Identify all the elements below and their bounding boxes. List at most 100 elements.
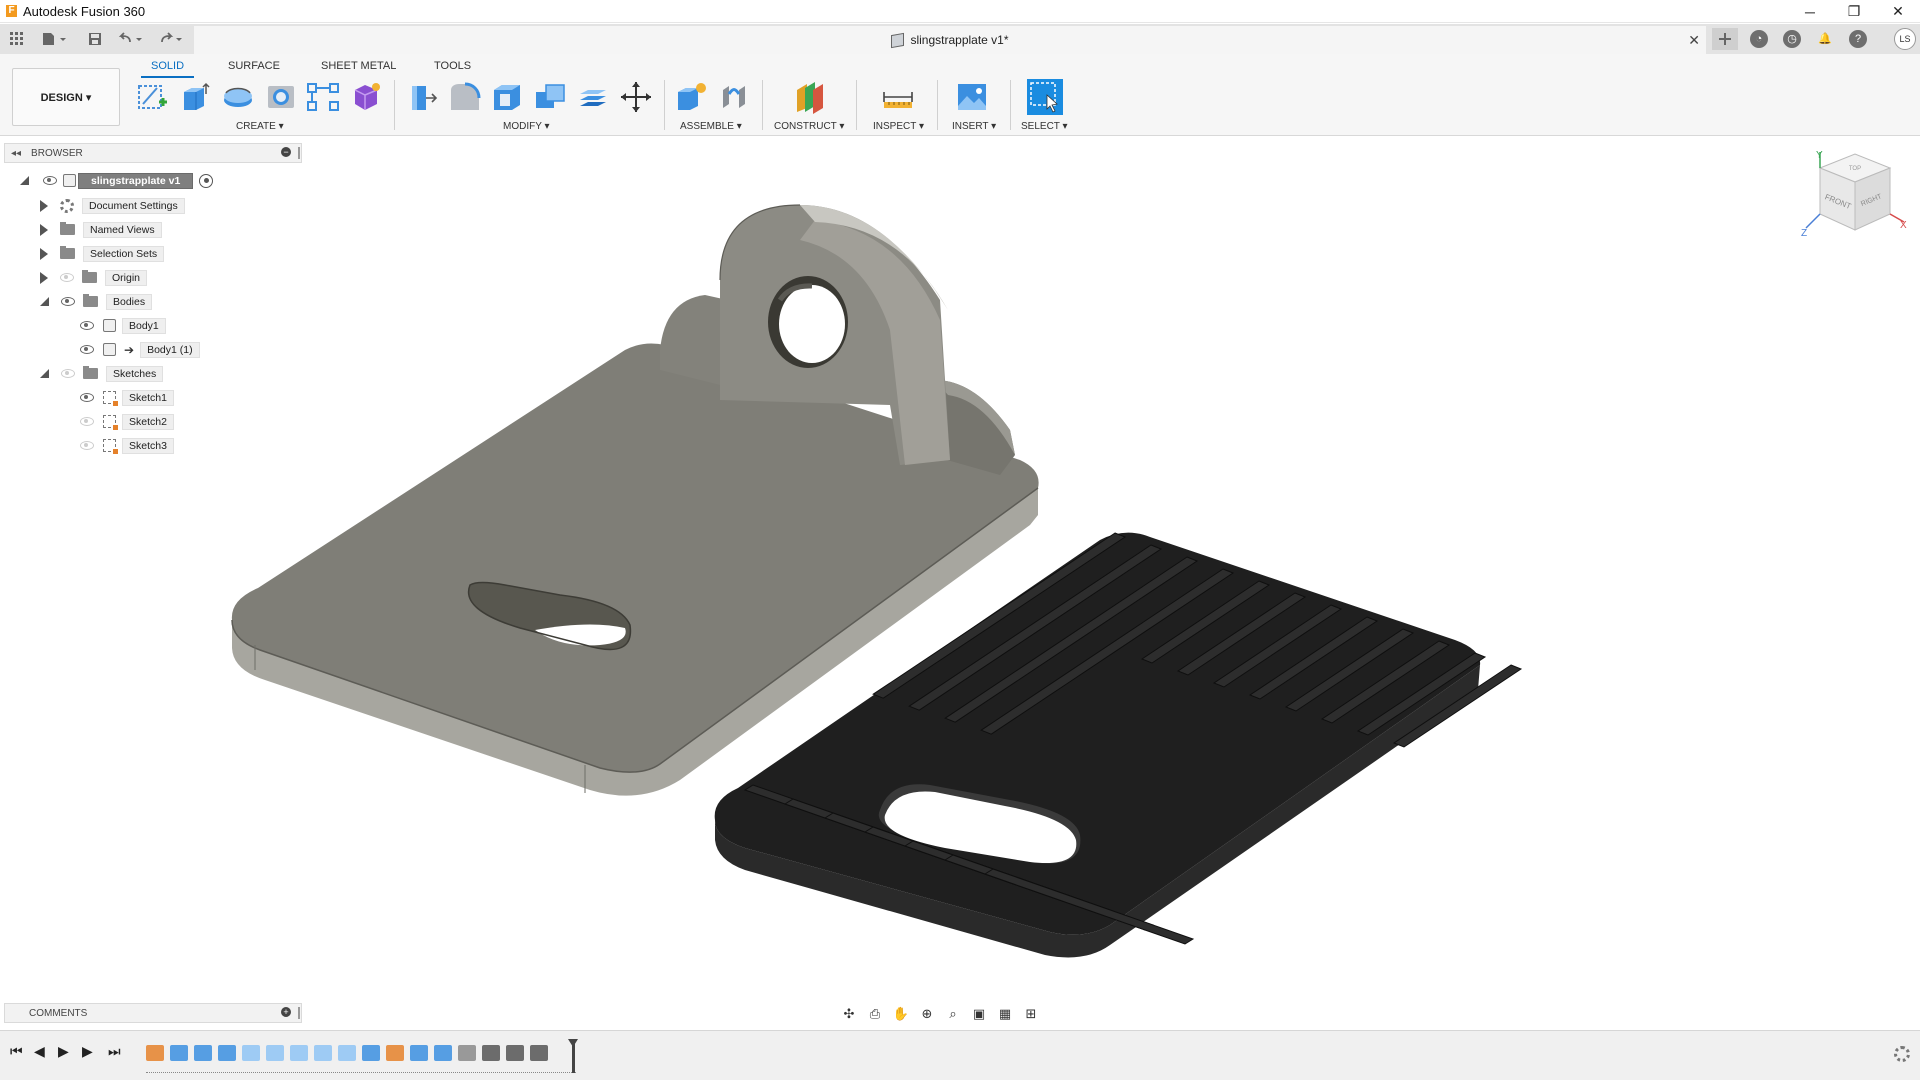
display-settings-icon[interactable]: ▣ (968, 1005, 990, 1023)
tab-tools[interactable]: TOOLS (434, 58, 471, 74)
timeline-feature-icon[interactable] (434, 1045, 452, 1061)
timeline-feature-icon[interactable] (218, 1045, 236, 1061)
extensions-icon[interactable]: ◔ (1750, 30, 1768, 48)
redo-button[interactable] (156, 28, 188, 50)
timeline-settings-gear-icon[interactable] (1894, 1046, 1910, 1062)
timeline-feature-icon[interactable] (530, 1045, 548, 1061)
timeline-play-icon[interactable]: ▶ (58, 1043, 69, 1060)
save-button[interactable] (84, 28, 106, 50)
timeline-track[interactable] (146, 1067, 576, 1073)
orbit-icon[interactable]: ✣ (838, 1005, 860, 1023)
timeline-feature-icon[interactable] (458, 1045, 476, 1061)
timeline-feature-icon[interactable] (194, 1045, 212, 1061)
app-title: Autodesk Fusion 360 (23, 3, 146, 19)
offset-plane-icon[interactable] (793, 80, 827, 114)
document-tab[interactable]: slingstrapplate v1* ✕ (194, 26, 1706, 54)
workspace-switcher-button[interactable]: DESIGN ▾ (12, 68, 120, 126)
toolbar-separator (1010, 80, 1011, 130)
timeline-feature-icon[interactable] (506, 1045, 524, 1061)
viewcube-top-label[interactable]: TOP (1849, 166, 1861, 172)
data-panel-button[interactable] (6, 28, 28, 50)
axis-y-label: Y (1816, 150, 1823, 161)
extrude-icon[interactable] (178, 80, 212, 114)
fit-zoom-icon[interactable]: ⌕ (942, 1005, 964, 1023)
look-at-icon[interactable]: ⎙ (864, 1005, 886, 1023)
timeline-feature-icon[interactable] (362, 1045, 380, 1061)
insert-image-icon[interactable] (955, 80, 989, 114)
timeline-feature-icon[interactable] (290, 1045, 308, 1061)
timeline-last-icon[interactable]: ⏭ (108, 1043, 121, 1060)
offset-face-icon[interactable] (576, 80, 610, 114)
close-window-button[interactable]: ✕ (1876, 0, 1920, 23)
tab-solid[interactable]: SOLID (140, 58, 195, 78)
new-component-icon[interactable] (674, 80, 708, 114)
move-copy-icon[interactable] (619, 80, 653, 114)
fillet-icon[interactable] (447, 80, 481, 114)
undo-icon (118, 32, 142, 43)
select-icon[interactable] (1027, 79, 1063, 115)
tab-surface[interactable]: SURFACE (228, 58, 280, 74)
create-menu[interactable]: CREATE ▾ (236, 121, 284, 132)
timeline-previous-icon[interactable]: ◀ (34, 1043, 45, 1060)
ribbon-toolbar: SOLID SURFACE SHEET METAL TOOLS DESIGN ▾… (0, 54, 1920, 136)
timeline-feature-icon[interactable] (386, 1045, 404, 1061)
pan-hand-icon[interactable]: ✋ (890, 1005, 912, 1023)
timeline-marker[interactable] (568, 1039, 578, 1073)
create-sketch-icon[interactable] (135, 80, 169, 114)
press-pull-icon[interactable] (404, 80, 438, 114)
modify-menu[interactable]: MODIFY ▾ (503, 121, 550, 132)
shell-icon[interactable] (490, 80, 524, 114)
inspect-menu[interactable]: INSPECT ▾ (873, 121, 924, 132)
timeline-feature-icon[interactable] (410, 1045, 428, 1061)
notifications-icon[interactable]: 🔔 (1816, 30, 1834, 48)
grid-settings-icon[interactable]: ▦ (994, 1005, 1016, 1023)
undo-button[interactable] (116, 28, 148, 50)
timeline-feature-icon[interactable] (266, 1045, 284, 1061)
timeline-feature-icon[interactable] (146, 1045, 164, 1061)
new-tab-button[interactable] (1712, 28, 1738, 50)
viewports-icon[interactable]: ⊞ (1020, 1005, 1042, 1023)
select-menu[interactable]: SELECT ▾ (1021, 121, 1068, 132)
measure-icon[interactable] (881, 80, 915, 114)
insert-menu[interactable]: INSERT ▾ (952, 121, 996, 132)
timeline-feature-icon[interactable] (170, 1045, 188, 1061)
joint-icon[interactable] (717, 80, 751, 114)
tab-sheet-metal[interactable]: SHEET METAL (321, 58, 396, 74)
timeline-feature-icon[interactable] (482, 1045, 500, 1061)
axis-z-label: Z (1801, 228, 1807, 239)
pattern-icon[interactable] (306, 80, 340, 114)
hole-icon[interactable] (264, 80, 298, 114)
timeline-bar: ⏮ ◀ ▶ ▶ ⏭ (0, 1030, 1920, 1080)
toolbar-separator (664, 80, 665, 130)
canvas-viewport[interactable] (0, 136, 1920, 1030)
close-tab-icon[interactable]: ✕ (1688, 32, 1700, 49)
fusion-logo-icon: F (6, 5, 17, 17)
combine-icon[interactable] (533, 80, 567, 114)
user-avatar[interactable]: LS (1894, 28, 1916, 50)
help-icon[interactable]: ? (1849, 30, 1867, 48)
toolbar-separator (937, 80, 938, 130)
minimize-button[interactable]: ─ (1788, 0, 1832, 23)
view-cube[interactable]: TOP FRONT RIGHT Z X Y (1800, 148, 1910, 248)
assemble-menu[interactable]: ASSEMBLE ▾ (680, 121, 742, 132)
comments-title: COMMENTS (29, 1007, 88, 1019)
file-menu-button[interactable] (38, 28, 72, 50)
toolbar-separator (394, 80, 395, 130)
restore-button[interactable]: ❐ (1832, 0, 1876, 23)
add-comment-icon[interactable]: + (281, 1007, 291, 1017)
timeline-feature-icon[interactable] (338, 1045, 356, 1061)
zoom-icon[interactable]: ⊕ (916, 1005, 938, 1023)
job-status-icon[interactable]: ◷ (1783, 30, 1801, 48)
quick-access-bar: slingstrapplate v1* ✕ ◔ ◷ 🔔 ? LS (0, 24, 1920, 54)
comments-resize-handle[interactable] (298, 1007, 300, 1019)
navigation-bar: ✣ ⎙ ✋ ⊕ ⌕ ▣ ▦ ⊞ (838, 1002, 1078, 1026)
redo-icon (161, 32, 182, 43)
timeline-feature-icon[interactable] (242, 1045, 260, 1061)
revolve-icon[interactable] (221, 80, 255, 114)
timeline-first-icon[interactable]: ⏮ (10, 1043, 23, 1060)
form-icon[interactable] (349, 80, 383, 114)
axis-x-label: X (1900, 220, 1907, 231)
timeline-feature-icon[interactable] (314, 1045, 332, 1061)
timeline-next-icon[interactable]: ▶ (82, 1043, 93, 1060)
construct-menu[interactable]: CONSTRUCT ▾ (774, 121, 844, 132)
